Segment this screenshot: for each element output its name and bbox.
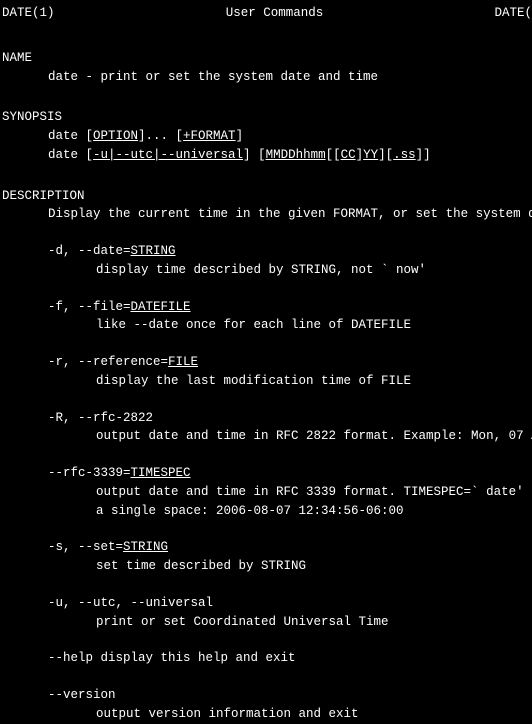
- header-center: User Commands: [55, 4, 495, 23]
- option-d-desc: display time described by STRING, not ` …: [0, 261, 532, 280]
- section-synopsis-title: SYNOPSIS: [0, 108, 532, 127]
- option-f-flag: -f, --file=DATEFILE: [0, 298, 532, 317]
- synopsis-line-2: date [-u|--utc|--universal] [MMDDhhmm[[C…: [0, 146, 532, 165]
- option-help-line: --help display this help and exit: [0, 649, 532, 668]
- synopsis-line-1: date [OPTION]... [+FORMAT]: [0, 127, 532, 146]
- option-f-desc: like --date once for each line of DATEFI…: [0, 316, 532, 335]
- option-s-desc: set time described by STRING: [0, 557, 532, 576]
- manpage-header: DATE(1) User Commands DATE(: [0, 0, 532, 27]
- option-rfc3339-desc2: a single space: 2006-08-07 12:34:56-06:0…: [0, 502, 532, 521]
- option-R-desc: output date and time in RFC 2822 format.…: [0, 427, 532, 446]
- section-name-title: NAME: [0, 49, 532, 68]
- section-description-title: DESCRIPTION: [0, 187, 532, 206]
- option-u-flag: -u, --utc, --universal: [0, 594, 532, 613]
- name-line: date - print or set the system date and …: [0, 68, 532, 87]
- option-s-flag: -s, --set=STRING: [0, 538, 532, 557]
- option-version-desc: output version information and exit: [0, 705, 532, 724]
- option-u-desc: print or set Coordinated Universal Time: [0, 613, 532, 632]
- header-right: DATE(: [494, 4, 532, 23]
- option-rfc3339-desc1: output date and time in RFC 3339 format.…: [0, 483, 532, 502]
- option-version-flag: --version: [0, 686, 532, 705]
- option-R-flag: -R, --rfc-2822: [0, 409, 532, 428]
- description-intro: Display the current time in the given FO…: [0, 205, 532, 224]
- option-r-desc: display the last modification time of FI…: [0, 372, 532, 391]
- option-rfc3339-flag: --rfc-3339=TIMESPEC: [0, 464, 532, 483]
- header-left: DATE(1): [0, 4, 55, 23]
- option-r-flag: -r, --reference=FILE: [0, 353, 532, 372]
- option-d-flag: -d, --date=STRING: [0, 242, 532, 261]
